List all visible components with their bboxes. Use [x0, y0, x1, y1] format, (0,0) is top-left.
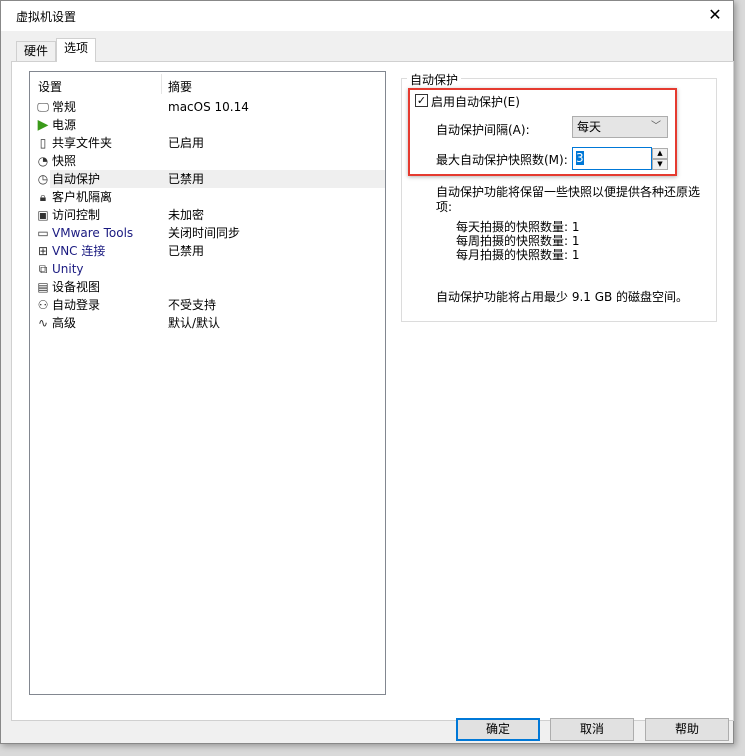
lock-icon: 🔒︎ — [39, 190, 47, 204]
list-item[interactable]: ▤ 设备视图 — [30, 278, 385, 296]
help-button[interactable]: 帮助 — [645, 718, 729, 741]
ok-button[interactable]: 确定 — [456, 718, 540, 741]
tab-options[interactable]: 选项 — [56, 38, 97, 62]
list-item[interactable]: ◔ 快照 — [30, 152, 385, 170]
item-name: 常规 — [52, 100, 77, 114]
selection-highlight — [50, 170, 385, 188]
item-name: VNC 连接 — [52, 244, 106, 258]
list-item[interactable]: ▭ VMware Tools 关闭时间同步 — [30, 224, 385, 242]
access-lock-icon: ▣ — [37, 208, 49, 222]
item-name: 自动登录 — [52, 298, 101, 312]
item-summary: 未加密 — [168, 208, 205, 222]
list-item[interactable]: ▣ 访问控制 未加密 — [30, 206, 385, 224]
list-item[interactable]: ⧉ Unity — [30, 260, 385, 278]
folder-icon: ▯ — [39, 136, 47, 150]
enable-autoprotect-label[interactable]: 启用自动保护(E) — [431, 93, 520, 110]
max-snapshots-input[interactable]: 3 — [572, 147, 652, 170]
item-summary: 不受支持 — [168, 298, 217, 312]
list-item[interactable]: ⚇ 自动登录 不受支持 — [30, 296, 385, 314]
list-item[interactable]: ⊞ VNC 连接 已禁用 — [30, 242, 385, 260]
item-name: 访问控制 — [52, 208, 101, 222]
description-line2: 项: — [436, 200, 453, 214]
vnc-icon: ⊞ — [37, 244, 49, 258]
item-summary: 已禁用 — [168, 244, 205, 258]
column-divider[interactable] — [161, 74, 162, 94]
group-title: 自动保护 — [407, 71, 462, 88]
cancel-button[interactable]: 取消 — [550, 718, 634, 741]
item-name: 客户机隔离 — [52, 190, 113, 204]
item-name: 自动保护 — [52, 172, 101, 186]
list-item[interactable]: ▯ 共享文件夹 已启用 — [30, 134, 385, 152]
clock-icon: ◷ — [37, 172, 49, 186]
interval-label: 自动保护间隔(A): — [436, 123, 530, 137]
interval-select[interactable]: 每天 ﹀ — [572, 116, 668, 138]
device-view-icon: ▤ — [37, 280, 49, 294]
list-item[interactable]: 🖵 常规 macOS 10.14 — [30, 98, 385, 116]
title-bar: 虚拟机设置 ✕ — [1, 1, 733, 31]
unity-icon: ⧉ — [38, 262, 48, 276]
item-name: 快照 — [52, 154, 77, 168]
column-header-summary[interactable]: 摘要 — [168, 78, 192, 95]
spin-up-button[interactable]: ▲ — [652, 148, 668, 159]
item-name: 电源 — [52, 118, 77, 132]
interval-value: 每天 — [577, 120, 602, 134]
settings-list[interactable]: 设置 摘要 🖵 常规 macOS 10.14 ▶ 电源 ▯ 共享文件夹 已启用 ◔ 快照 ◷ 自动保护… — [29, 71, 386, 695]
waveform-icon: ∿ — [37, 316, 49, 330]
close-icon[interactable]: ✕ — [703, 4, 727, 28]
play-icon: ▶ — [37, 117, 49, 133]
item-summary: 已禁用 — [168, 172, 205, 186]
monitor-icon: 🖵 — [37, 100, 49, 114]
tab-hardware[interactable]: 硬件 — [16, 41, 57, 61]
item-summary: macOS 10.14 — [168, 100, 249, 114]
list-item[interactable]: ∿ 高级 默认/默认 — [30, 314, 385, 332]
monthly-count: 每月拍摄的快照数量: 1 — [456, 248, 580, 262]
list-item[interactable]: ▶ 电源 — [30, 116, 385, 134]
item-summary: 关闭时间同步 — [168, 226, 241, 240]
chevron-down-icon: ﹀ — [651, 121, 661, 132]
item-summary: 已启用 — [168, 136, 205, 150]
item-name: 共享文件夹 — [52, 136, 113, 150]
users-icon: ⚇ — [37, 298, 49, 312]
list-item[interactable]: ◷ 自动保护 已禁用 — [30, 170, 385, 188]
window-title: 虚拟机设置 — [16, 10, 77, 24]
snapshot-icon: ◔ — [37, 154, 49, 168]
enable-autoprotect-checkbox[interactable]: ✓ — [415, 94, 428, 107]
item-summary: 默认/默认 — [168, 316, 221, 330]
list-item[interactable]: 🔒︎ 客户机隔离 — [30, 188, 385, 206]
item-name: VMware Tools — [52, 226, 134, 240]
vm-icon: ▭ — [37, 226, 49, 240]
max-snapshots-value: 3 — [576, 151, 584, 165]
item-name: 设备视图 — [52, 280, 101, 294]
max-snapshots-label: 最大自动保护快照数(M): — [436, 153, 568, 167]
disk-usage-text: 自动保护功能将占用最少 9.1 GB 的磁盘空间。 — [436, 290, 689, 304]
item-name: 高级 — [52, 316, 77, 330]
description-line1: 自动保护功能将保留一些快照以便提供各种还原选 — [436, 185, 701, 199]
spin-down-button[interactable]: ▼ — [652, 159, 668, 170]
item-name: Unity — [52, 262, 84, 276]
column-header-setting[interactable]: 设置 — [38, 78, 62, 95]
